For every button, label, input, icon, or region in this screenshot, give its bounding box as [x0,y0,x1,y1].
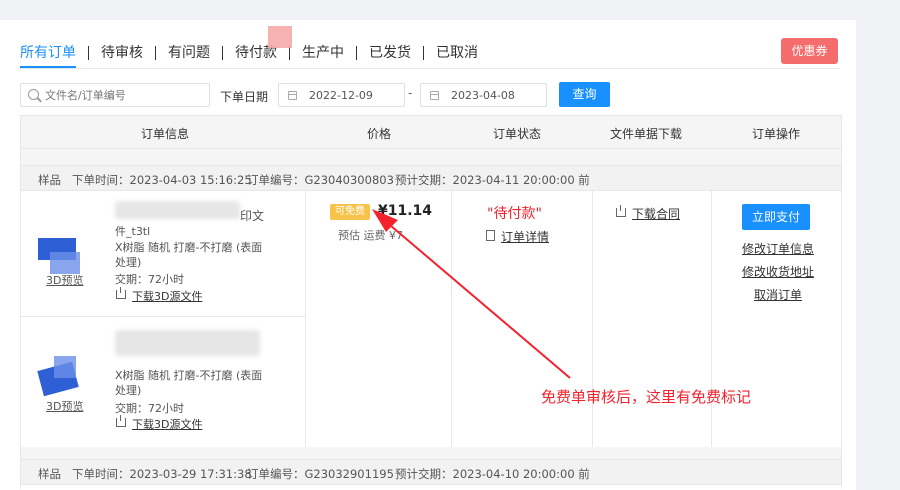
column-divider [451,191,452,447]
edit-address-link[interactable]: 修改收货地址 [742,263,814,280]
date-separator: - [408,86,413,100]
model-preview-shape [54,356,76,378]
product-spec: X树脂 随机 打磨-不打磨 (表面 [115,241,263,254]
start-date-value: 2022-12-09 [309,89,373,102]
order-number: 订单编号：G23040300803 [247,173,394,187]
column-divider [592,191,593,447]
item-divider [21,316,305,317]
product-spec-cont: 处理) [115,384,142,397]
download-contract-link[interactable]: 下载合同 [632,205,680,222]
download-icon [116,415,126,427]
header-status: 订单状态 [493,127,542,141]
page: 所有订单 待审核 有问题 待付款 生产中 已发货 已取消 优惠券 下单日期 20… [0,0,900,490]
tab-cancelled[interactable]: 已取消 [424,45,490,61]
header-operations: 订单操作 [752,127,801,141]
download-icon [116,287,126,299]
order-due: 预计交期：2023-04-10 20:00:00 前 [395,467,590,481]
product-name-line2: 件_t3tl [115,225,151,238]
order-time: 下单时间：2023-04-03 15:16:25 [72,173,252,187]
end-date-picker[interactable]: 2023-04-08 [420,83,547,107]
cancel-order-link[interactable]: 取消订单 [754,286,802,303]
product-name: 印文 [240,209,265,223]
tab-in-production[interactable]: 生产中 [290,45,356,61]
order-detail-link[interactable]: 订单详情 [501,228,549,245]
column-divider [305,191,306,447]
search-box[interactable] [20,83,210,107]
header-download: 文件单据下载 [610,127,683,141]
end-date-value: 2023-04-08 [451,89,515,102]
header-price: 价格 [367,127,392,141]
order-price: ¥11.14 [378,203,433,219]
order-tabs: 所有订单 待审核 有问题 待付款 生产中 已发货 已取消 [20,43,490,63]
order-header-1: 样品 下单时间：2023-04-03 15:16:25 订单编号：G230403… [21,165,841,191]
row-gap [21,149,841,165]
download-icon [616,205,626,217]
document-icon [486,230,495,241]
tab-pending-review[interactable]: 待审核 [89,45,155,61]
calendar-icon [288,91,297,100]
order-due: 预计交期：2023-04-11 20:00:00 前 [395,173,590,187]
product-spec: X树脂 随机 打磨-不打磨 (表面 [115,369,263,382]
order-date-label: 下单日期 [220,90,269,104]
free-badge: 可免费 [330,204,370,220]
preview-3d-link[interactable]: 3D预览 [46,272,83,288]
order-type: 样品 [38,467,61,481]
tabs-divider [20,68,840,69]
row-gap [21,447,841,459]
order-type: 样品 [38,173,61,187]
search-input[interactable] [45,87,205,103]
product-spec-cont: 处理) [115,256,142,269]
orders-table: 样品 下单时间：2023-04-03 15:16:25 订单编号：G230403… [20,149,842,489]
order-number: 订单编号：G23032901195 [247,467,394,481]
search-icon [28,89,39,100]
coupon-button[interactable]: 优惠券 [781,38,838,64]
tab-shipped[interactable]: 已发货 [357,45,423,61]
order-time: 下单时间：2023-03-29 17:31:38 [72,467,252,481]
tab-issues[interactable]: 有问题 [156,45,222,61]
edit-order-info-link[interactable]: 修改订单信息 [742,240,814,257]
order-header-2: 样品 下单时间：2023-03-29 17:31:38 订单编号：G230329… [21,459,841,485]
calendar-icon [430,91,439,100]
start-date-picker[interactable]: 2022-12-09 [278,83,405,107]
blurred-filename [115,201,240,219]
highlight-marker [268,26,292,48]
header-order-info: 订单信息 [141,127,190,141]
preview-3d-link[interactable]: 3D预览 [46,398,83,414]
tab-all-orders[interactable]: 所有订单 [20,45,88,61]
blurred-filename [115,330,260,356]
order-status: "待付款" [487,206,542,222]
lead-time: 交期：72小时 [115,273,184,286]
download-3d-source-link[interactable]: 下载3D源文件 [132,416,202,432]
model-preview-shape [50,252,80,274]
lead-time: 交期：72小时 [115,402,184,415]
query-button[interactable]: 查询 [559,82,610,107]
pay-now-button[interactable]: 立即支付 [742,204,810,230]
shipping-estimate: 预估 运费 ¥7 [338,229,403,242]
column-divider [711,191,712,447]
table-header: 订单信息 价格 订单状态 文件单据下载 订单操作 [20,115,842,149]
download-3d-source-link[interactable]: 下载3D源文件 [132,288,202,304]
annotation-text: 免费单审核后，这里有免费标记 [541,388,752,406]
